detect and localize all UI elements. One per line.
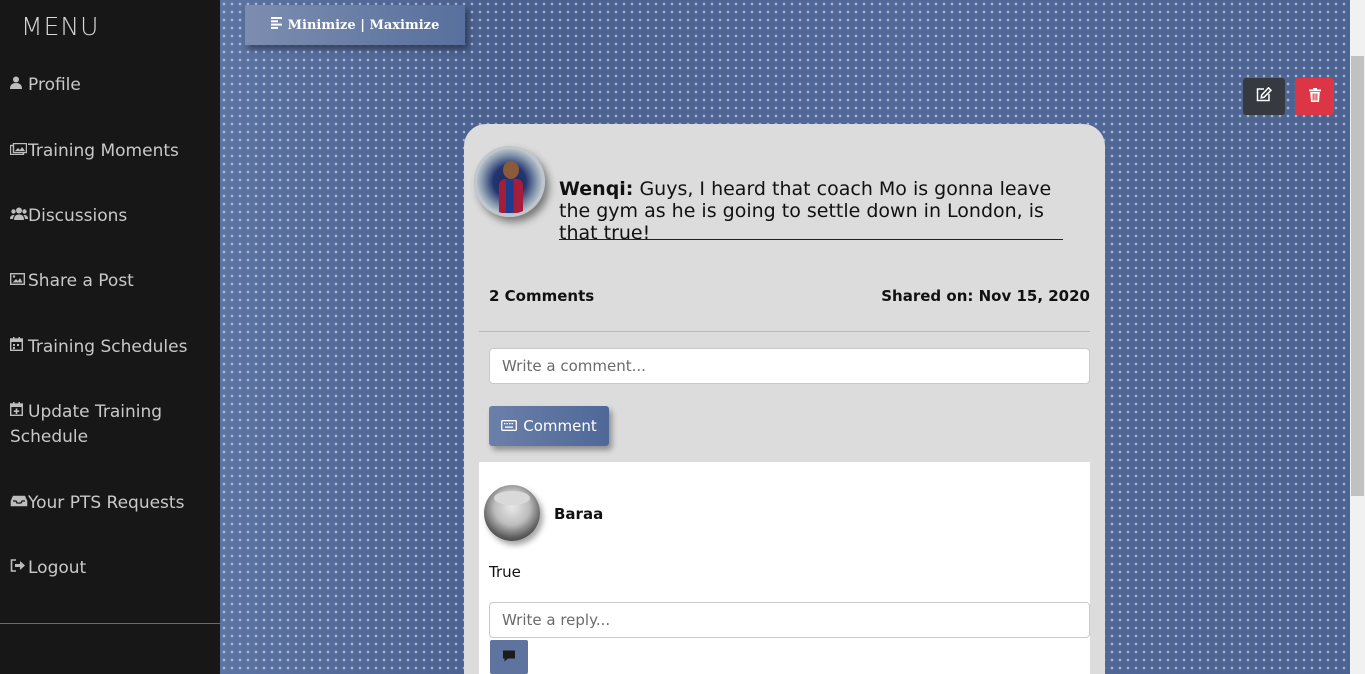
sidebar-item-share-post[interactable]: Share a Post xyxy=(9,269,210,294)
comment-author-avatar[interactable] xyxy=(484,485,540,541)
edit-icon xyxy=(1256,86,1273,106)
card-divider xyxy=(479,331,1090,332)
comment-text: True xyxy=(489,563,521,581)
edit-post-button[interactable] xyxy=(1243,78,1285,115)
comment-input[interactable] xyxy=(489,348,1090,384)
post-author: Wenqi: xyxy=(559,178,634,200)
sidebar-item-label: Training Schedules xyxy=(28,337,188,357)
post-body: Guys, I heard that coach Mo is gonna lea… xyxy=(559,178,1052,244)
trash-icon xyxy=(1308,87,1321,106)
image-icon xyxy=(9,269,28,294)
sidebar-item-label: Training Moments xyxy=(28,141,179,161)
sidebar-item-label: Update Training Schedule xyxy=(10,402,163,447)
sidebar-item-label: Logout xyxy=(28,558,87,578)
shared-date: Shared on: Nov 15, 2020 xyxy=(881,287,1090,305)
post-author-avatar[interactable] xyxy=(474,146,545,217)
sidebar-divider xyxy=(0,623,220,624)
minimize-maximize-label: Minimize | Maximize xyxy=(287,17,440,33)
sidebar-item-profile[interactable]: Profile xyxy=(10,73,210,98)
sign-out-icon xyxy=(10,556,28,581)
sidebar-item-label: Share a Post xyxy=(28,271,134,291)
reply-button[interactable] xyxy=(490,640,528,674)
sidebar-item-discussions[interactable]: Discussions xyxy=(10,204,210,229)
comment-button-label: Comment xyxy=(523,417,597,435)
delete-post-button[interactable] xyxy=(1295,78,1334,115)
comment-icon xyxy=(502,650,516,665)
sidebar-item-logout[interactable]: Logout xyxy=(10,556,210,581)
minimize-maximize-button[interactable]: Minimize | Maximize xyxy=(245,5,465,45)
comments-count[interactable]: 2 Comments xyxy=(489,287,594,305)
post-divider xyxy=(559,239,1063,240)
sidebar-item-label: Discussions xyxy=(28,206,128,226)
comment-author[interactable]: Baraa xyxy=(554,505,603,523)
reply-input[interactable] xyxy=(489,602,1090,638)
sidebar-item-update-training-schedule[interactable]: Update Training Schedule xyxy=(9,400,210,450)
sidebar: MENU Profile Training Moments Discussion… xyxy=(0,0,220,674)
inbox-icon xyxy=(10,491,28,516)
user-icon xyxy=(10,73,28,98)
sidebar-item-pts-requests[interactable]: Your PTS Requests xyxy=(10,491,210,516)
sidebar-item-label: Profile xyxy=(28,75,81,95)
comment-item xyxy=(479,462,1090,674)
scrollbar-thumb[interactable] xyxy=(1351,56,1364,496)
menu-title: MENU xyxy=(21,12,100,41)
sidebar-item-label: Your PTS Requests xyxy=(28,493,185,513)
sidebar-item-training-moments[interactable]: Training Moments xyxy=(9,139,210,164)
users-icon xyxy=(10,204,28,229)
calendar-icon xyxy=(9,335,28,360)
comment-button[interactable]: Comment xyxy=(489,406,609,446)
align-left-icon xyxy=(270,17,282,33)
sidebar-item-training-schedules[interactable]: Training Schedules xyxy=(9,335,210,360)
calendar-plus-icon xyxy=(9,400,28,425)
keyboard-icon xyxy=(501,417,518,435)
post-content: Wenqi: Guys, I heard that coach Mo is go… xyxy=(559,178,1069,244)
images-icon xyxy=(9,139,28,164)
